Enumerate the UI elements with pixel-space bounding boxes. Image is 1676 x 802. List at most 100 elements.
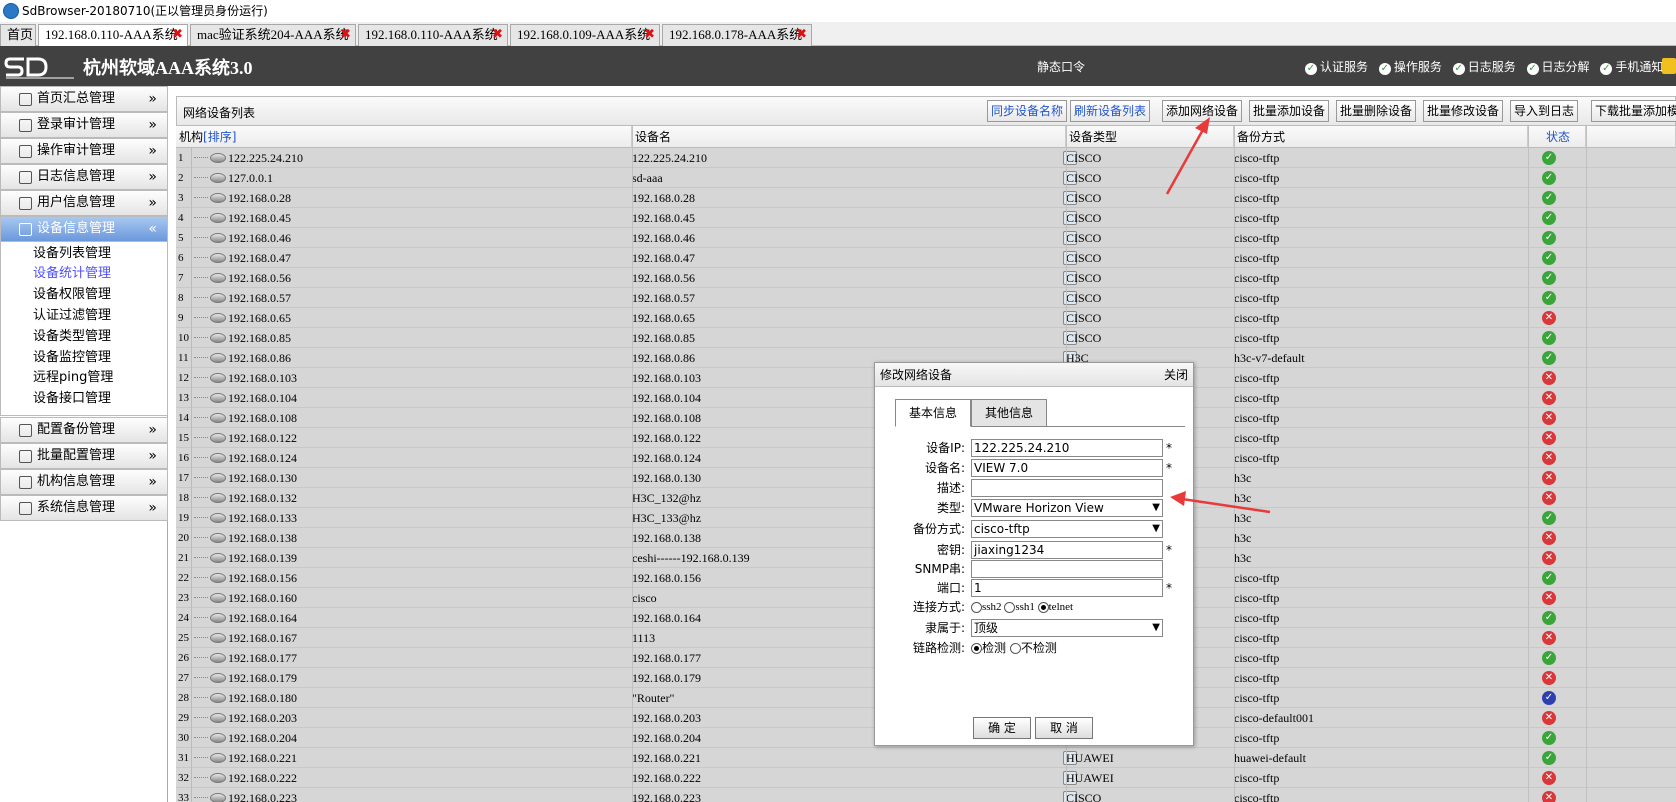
submenu-device-type[interactable]: 设备类型管理 [33,327,111,347]
service-auth[interactable]: ✓ 认证服务 [1305,58,1368,75]
table-row[interactable]: 3 192.168.0.28 192.168.0.28 CISCO cisco-tftp… [176,188,1676,208]
menu-config-backup[interactable]: 配置备份管理 » [0,417,168,443]
backup-select[interactable]: cisco-tftp ▼ [971,520,1163,538]
type-select[interactable]: VMware Horizon View ▼ [971,499,1163,517]
menu-user-info[interactable]: 用户信息管理 » [0,190,168,216]
radio-check[interactable] [971,643,982,654]
list-title: 网络设备列表 [183,106,256,120]
submenu-device-monitor[interactable]: 设备监控管理 [33,348,111,368]
menu-batch-config[interactable]: 批量配置管理 » [0,443,168,469]
confirm-button[interactable]: 确 定 [973,717,1031,739]
service-mobile-notify[interactable]: ✓ 手机通知 [1600,58,1663,75]
table-row[interactable]: 8 192.168.0.57 192.168.0.57 CISCO cisco-tftp… [176,288,1676,308]
add-network-device-button[interactable]: 添加网络设备 [1162,100,1243,122]
port-field[interactable]: 1 [971,579,1163,597]
device-type: CISCO [1066,311,1102,325]
network-device-icon [210,513,226,523]
service-label: 认证服务 [1320,60,1369,74]
snmp-field[interactable] [971,560,1163,578]
row-number: 26 [178,648,192,668]
table-row[interactable]: 2 127.0.0.1 sd-aaa CISCO cisco-tftp ✓ [176,168,1676,188]
table-row[interactable]: 33 192.168.0.223 192.168.0.223 CISCO cisco-t… [176,788,1676,802]
tab-basic-info[interactable]: 基本信息 [895,399,971,427]
tab-mac-204[interactable]: mac验证系统204-AAA系统 ✖ [190,24,356,46]
service-operation[interactable]: ✓ 操作服务 [1378,58,1442,75]
radio-telnet[interactable] [1037,601,1049,613]
tree-line [194,577,208,578]
radio-no-check[interactable] [1009,643,1021,654]
menu-org-info[interactable]: 机构信息管理 » [0,469,168,495]
check-icon: ✓ [1452,63,1465,75]
menu-login-audit[interactable]: 登录审计管理 » [0,112,168,138]
tab-close-icon[interactable]: ✖ [796,25,807,45]
backup-method: cisco-tftp [1234,191,1280,205]
menu-system-info[interactable]: 系统信息管理 » [0,495,168,521]
tree-line [194,177,208,178]
tab-close-icon[interactable]: ✖ [492,25,503,45]
menu-device-info[interactable]: 设备信息管理 « [0,216,168,242]
tab-home[interactable]: 首页 [0,24,36,46]
submenu-remote-ping[interactable]: 远程ping管理 [33,368,113,388]
table-row[interactable]: 5 192.168.0.46 192.168.0.46 CISCO cisco-tftp… [176,228,1676,248]
menu-operation-audit[interactable]: 操作审计管理 » [0,138,168,164]
menu-home-summary[interactable]: 首页汇总管理 » [0,86,168,112]
chevron-right-icon: » [148,91,157,107]
download-batch-template-button[interactable]: 下载批量添加模 [1591,100,1676,122]
radio-ssh2[interactable] [971,601,982,613]
tab-aaa-110-2[interactable]: 192.168.0.110-AAA系统 ✖ [358,24,508,46]
device-name-field[interactable]: VIEW 7.0 [971,459,1163,477]
tab-aaa-109[interactable]: 192.168.0.109-AAA系统 ✖ [510,24,660,46]
batch-add-device-button[interactable]: 批量添加设备 [1249,100,1330,122]
submenu-device-list[interactable]: 设备列表管理 [33,244,111,264]
belong-select[interactable]: 顶级 ▼ [971,619,1163,637]
import-to-log-button[interactable]: 导入到日志 [1510,100,1579,122]
status-icon: ✓ [1542,571,1556,585]
header-status[interactable]: 状态 [1528,126,1586,148]
menu-log-info[interactable]: 日志信息管理 » [0,164,168,190]
radio-label: telnet [1048,601,1074,613]
tab-other-info[interactable]: 其他信息 [971,399,1047,427]
table-row[interactable]: 1 122.225.24.210 122.225.24.210 CISCO cisco-… [176,148,1676,168]
submenu-auth-filter[interactable]: 认证过滤管理 [33,306,111,326]
sort-link[interactable]: [排序] [203,130,236,144]
batch-modify-device-button[interactable]: 批量修改设备 [1423,100,1504,122]
key-field[interactable]: jiaxing1234 [971,541,1163,559]
device-ip: 192.168.0.85 [228,331,291,345]
device-ip: 127.0.0.1 [228,171,273,185]
tab-close-icon[interactable]: ✖ [340,25,351,45]
table-row[interactable]: 10 192.168.0.85 192.168.0.85 CISCO cisco-tft… [176,328,1676,348]
service-log[interactable]: ✓ 日志服务 [1452,58,1516,75]
device-ip-field[interactable]: 122.225.24.210 [971,439,1163,457]
sync-device-name-button[interactable]: 同步设备名称 [987,100,1068,122]
table-row[interactable]: 6 192.168.0.47 192.168.0.47 CISCO cisco-tftp… [176,248,1676,268]
submenu-device-interface[interactable]: 设备接口管理 [33,389,111,409]
notification-icon[interactable] [1662,58,1676,74]
submenu-device-stats[interactable]: 设备统计管理 [33,264,111,284]
header-device-name[interactable]: 设备名 [632,126,1066,148]
dialog-close-button[interactable]: 关闭 [1164,363,1188,387]
tab-aaa-110[interactable]: 192.168.0.110-AAA系统 ✖ [38,24,188,47]
table-row[interactable]: 32 192.168.0.222 192.168.0.222 HUAWEI cisco-… [176,768,1676,788]
status-icon: ✓ [1542,351,1556,365]
tab-close-icon[interactable]: ✖ [644,25,655,45]
service-log-parse[interactable]: ✓ 日志分解 [1526,58,1590,75]
submenu-device-permission[interactable]: 设备权限管理 [33,285,111,305]
header-device-type[interactable]: 设备类型 [1066,126,1234,148]
table-row[interactable]: 4 192.168.0.45 192.168.0.45 CISCO cisco-tftp… [176,208,1676,228]
status-icon: ✓ [1542,251,1556,265]
cancel-button[interactable]: 取 消 [1035,717,1093,739]
device-type: CISCO [1066,251,1102,265]
device-ip: 122.225.24.210 [228,151,303,165]
header-backup[interactable]: 备份方式 [1234,126,1528,148]
backup-method: cisco-tftp [1234,451,1280,465]
table-row[interactable]: 9 192.168.0.65 192.168.0.65 CISCO cisco-tftp… [176,308,1676,328]
static-password-link[interactable]: 静态口令 [1037,58,1085,75]
description-field[interactable] [971,479,1163,497]
table-row[interactable]: 31 192.168.0.221 192.168.0.221 HUAWEI huawei… [176,748,1676,768]
tab-aaa-178[interactable]: 192.168.0.178-AAA系统 ✖ [662,24,812,46]
refresh-device-list-button[interactable]: 刷新设备列表 [1070,100,1151,122]
table-row[interactable]: 7 192.168.0.56 192.168.0.56 CISCO cisco-tftp… [176,268,1676,288]
batch-delete-device-button[interactable]: 批量删除设备 [1336,100,1417,122]
tab-close-icon[interactable]: ✖ [172,25,183,45]
radio-ssh1[interactable] [1004,601,1016,613]
